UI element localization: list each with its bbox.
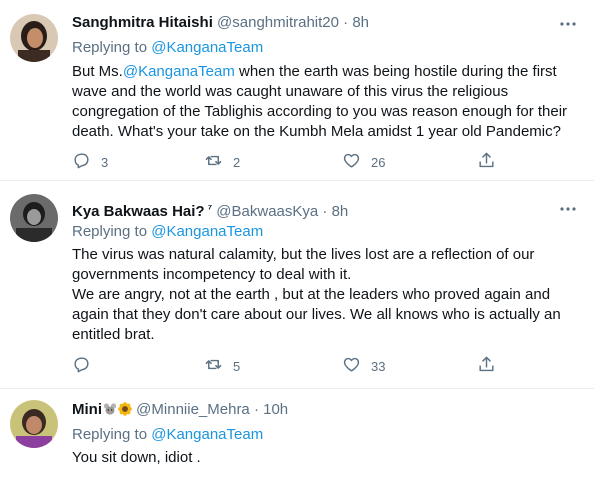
tweet-text-prefix: But Ms. [72,63,123,80]
tweet-text: But Ms.@KanganaTeam when the earth was b… [72,62,582,142]
like-button[interactable]: 26 [342,151,385,173]
author-handle[interactable]: @Minniie_Mehra [136,401,250,418]
retweet-count: 5 [233,358,241,374]
share-button[interactable] [477,355,496,377]
replying-to-mention[interactable]: @KanganaTeam [151,39,263,56]
more-icon[interactable] [558,14,578,34]
tweet-header: Kya Bakwaas Hai? ⁷ @BakwaasKya · 8h [72,199,554,222]
replying-to: Replying to @KanganaTeam [72,222,263,242]
separator-dot: · [343,14,349,31]
share-icon [477,355,496,377]
reply-button[interactable] [72,355,101,377]
replying-to-mention[interactable]: @KanganaTeam [151,426,263,443]
retweet-count: 2 [233,154,241,170]
tweet-text-paragraph-2: We are angry, not at the earth , but at … [72,286,561,343]
tweet-actions: 5 33 [72,355,512,377]
tweet-time[interactable]: 8h [332,203,349,220]
tweet-1[interactable]: Sanghmitra Hitaishi @sanghmitrahit20 · 8… [0,0,594,181]
author-name[interactable]: Kya Bakwaas Hai? [72,203,205,220]
tweet-text-paragraph-1: The virus was natural calamity, but the … [72,246,535,283]
author-name-suffix: ⁷ [207,203,213,215]
like-icon [342,355,361,377]
like-count: 33 [371,358,386,374]
retweet-button[interactable]: 5 [204,355,240,377]
tweet-text: The virus was natural calamity, but the … [72,245,582,345]
like-button[interactable]: 33 [342,355,385,377]
tweet-text: You sit down, idiot . [72,448,582,468]
like-count: 26 [371,154,386,170]
author-name[interactable]: Mini [72,401,102,418]
author-handle[interactable]: @BakwaasKya [216,203,318,220]
replying-to-label: Replying to [72,39,152,56]
author-handle[interactable]: @sanghmitrahit20 [217,14,339,31]
separator-dot: · [322,203,328,220]
author-name[interactable]: Sanghmitra Hitaishi [72,14,213,31]
replying-to-label: Replying to [72,223,152,240]
tweet-actions: 3 2 26 [72,151,512,173]
reply-button[interactable]: 3 [72,151,108,173]
sunflower-emoji [118,402,132,416]
tweet-3[interactable]: Mini @Minniie_Mehra · 10h Replying to @K… [0,390,594,479]
tweet-2[interactable]: Kya Bakwaas Hai? ⁷ @BakwaasKya · 8h Reply… [0,182,594,389]
replying-to-mention[interactable]: @KanganaTeam [151,223,263,240]
share-icon [477,151,496,173]
tweet-header: Sanghmitra Hitaishi @sanghmitrahit20 · 8… [72,13,554,33]
tweet-header: Mini @Minniie_Mehra · 10h [72,400,554,420]
tweet-time[interactable]: 8h [352,14,369,31]
like-icon [342,151,361,173]
reply-icon [72,151,91,173]
replying-to-label: Replying to [72,426,152,443]
replying-to: Replying to @KanganaTeam [72,425,263,445]
separator-dot: · [253,401,259,418]
tweet-time[interactable]: 10h [263,401,288,418]
retweet-button[interactable]: 2 [204,151,240,173]
avatar[interactable] [10,194,58,242]
tweet-text-mention[interactable]: @KanganaTeam [123,63,235,80]
avatar[interactable] [10,400,58,448]
avatar[interactable] [10,14,58,62]
more-icon[interactable] [558,199,578,219]
share-button[interactable] [477,151,496,173]
tweet-text-content: You sit down, idiot . [72,449,201,466]
reply-count: 3 [101,154,109,170]
replying-to: Replying to @KanganaTeam [72,38,263,58]
retweet-icon [204,355,223,377]
reply-icon [72,355,91,377]
mouse-emoji [103,402,117,416]
retweet-icon [204,151,223,173]
